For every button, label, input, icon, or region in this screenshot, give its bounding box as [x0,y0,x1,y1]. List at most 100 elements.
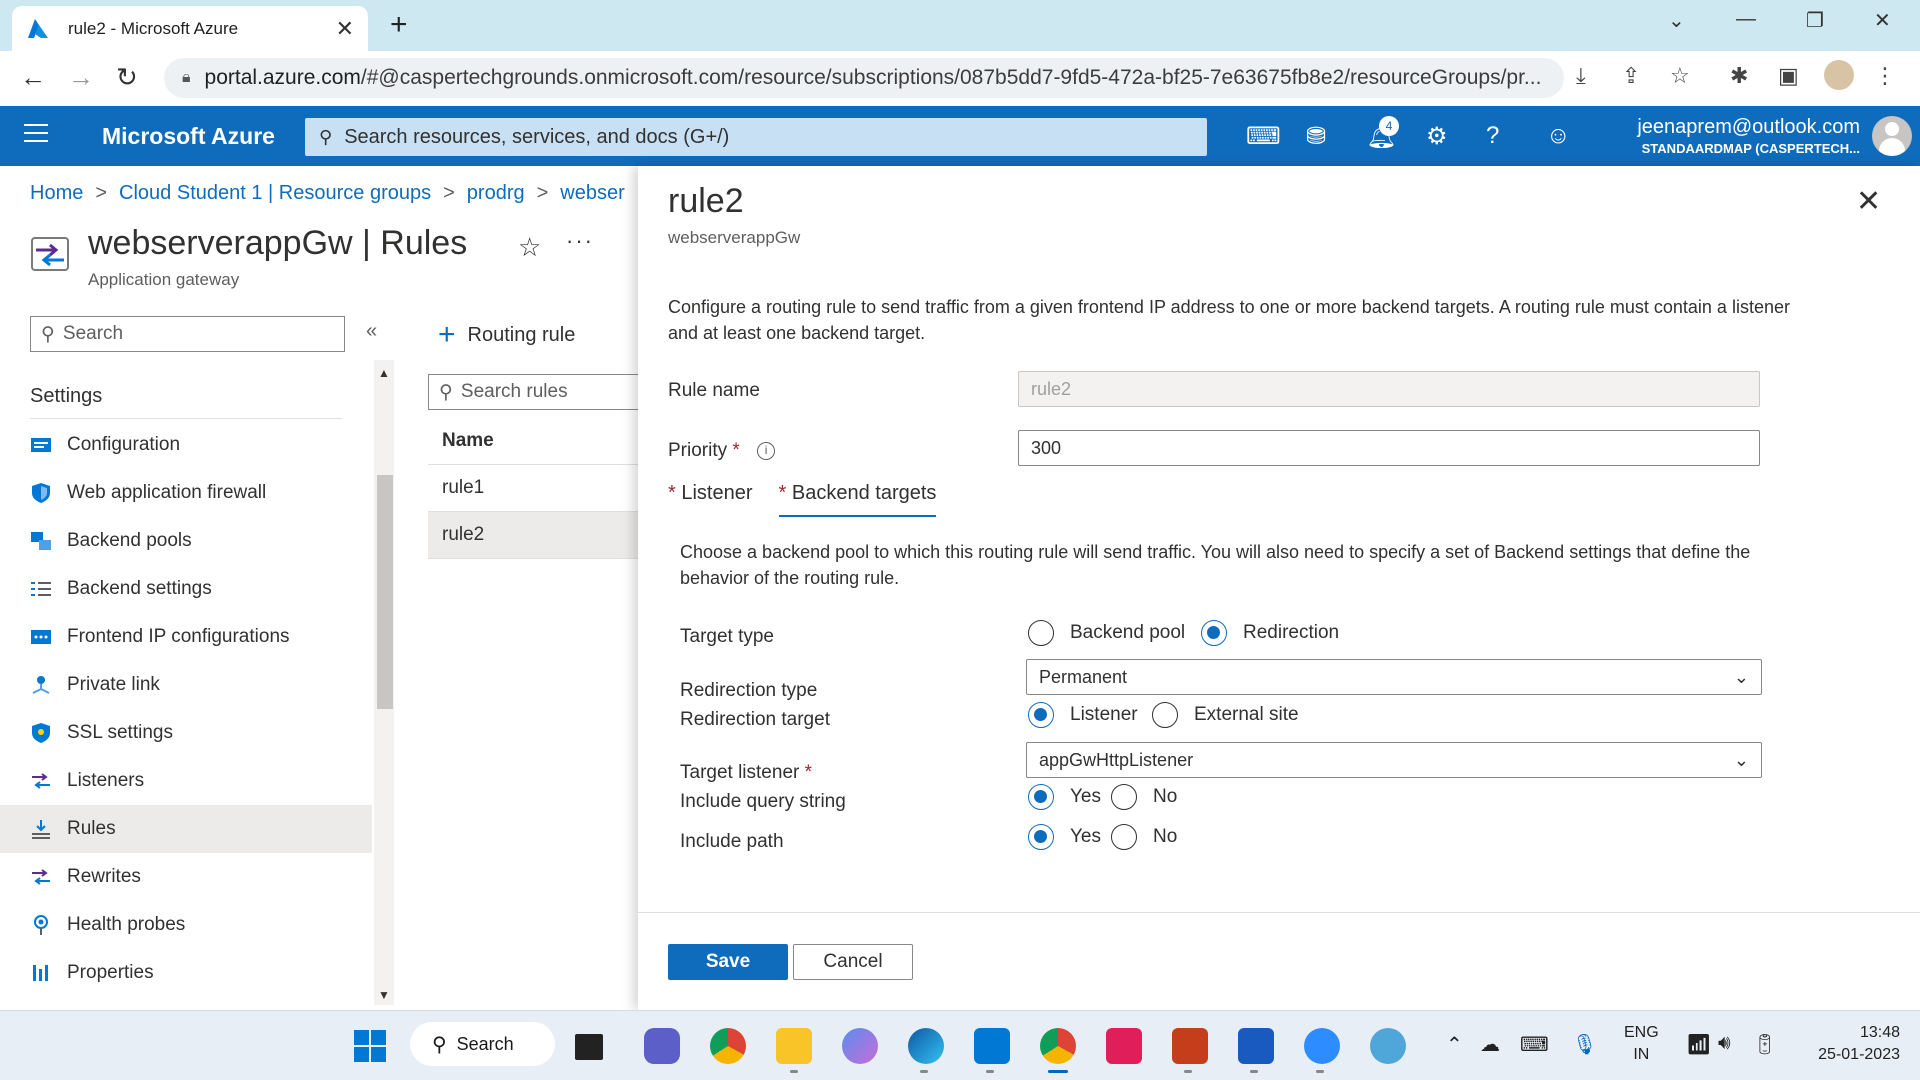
restore-icon[interactable]: ❐ [1806,8,1824,33]
menu-search-input[interactable]: ⚲ Search [30,316,345,352]
taskbar-clock[interactable]: 13:48 25-01-2023 [1802,1022,1900,1066]
radio-query-yes[interactable]: Yes [1028,784,1101,810]
radio-redirection[interactable]: Redirection [1201,620,1339,646]
wifi-icon[interactable]: 📶︎ [1686,1032,1711,1057]
show-hidden-icons-icon[interactable]: ⌃ [1446,1032,1463,1057]
menu-item-backend-pools[interactable]: Backend pools [0,517,372,565]
file-explorer-icon[interactable] [776,1028,812,1064]
windows-start-icon[interactable] [352,1028,388,1064]
minimize-icon[interactable]: — [1736,8,1756,31]
profile-avatar[interactable] [1824,60,1854,90]
onedrive-cloud-icon[interactable]: ☁ [1480,1032,1500,1057]
radio-external-site[interactable]: External site [1152,702,1299,728]
cloud-shell-icon[interactable]: ⌨ [1246,122,1281,151]
language-indicator[interactable]: ENG IN [1624,1022,1659,1066]
teams-chat-icon[interactable] [644,1028,680,1064]
menu-item-listeners[interactable]: Listeners [0,757,372,805]
menu-item-configuration[interactable]: Configuration [0,421,372,469]
target-listener-dropdown[interactable]: appGwHttpListener ⌄ [1026,742,1762,778]
help-icon[interactable]: ? [1486,122,1499,150]
install-app-icon[interactable]: ⤓ [1576,63,1586,89]
keyboard-icon[interactable]: ⌨ [1520,1032,1549,1057]
edge-icon[interactable] [908,1028,944,1064]
chrome-icon[interactable] [710,1028,746,1064]
breadcrumb-resource-groups[interactable]: Cloud Student 1 | Resource groups [119,182,431,204]
powerpoint-icon[interactable] [1172,1028,1208,1064]
reload-icon[interactable]: ↻ [116,62,138,93]
menu-item-ssl-settings[interactable]: SSL settings [0,709,372,757]
menu-item-web-application-firewall[interactable]: Web application firewall [0,469,372,517]
brand-name[interactable]: Microsoft Azure [102,123,275,150]
radio-backend-pool[interactable]: Backend pool [1028,620,1185,646]
rules-column-header-name[interactable]: Name [428,417,638,465]
menu-section-settings: Settings [30,385,103,407]
tab-listener[interactable]: * Listener [668,482,753,517]
breadcrumb-webserver[interactable]: webser [560,182,624,204]
hamburger-menu-icon[interactable] [24,124,48,148]
microphone-icon[interactable]: 🎙︎ [1572,1032,1597,1057]
menu-item-rules[interactable]: Rules [0,805,372,853]
cancel-button[interactable]: Cancel [793,944,913,980]
settings-gear-icon[interactable]: ⚙ [1426,122,1448,151]
scroll-up-arrow-icon[interactable]: ▲ [378,366,390,380]
info-icon[interactable]: i [757,441,776,460]
side-panel-icon[interactable]: ▣ [1778,63,1799,89]
weather-app-icon[interactable] [1370,1028,1406,1064]
tab-backend-targets[interactable]: * Backend targets [778,482,937,517]
breadcrumb-home[interactable]: Home [30,182,83,204]
tab-search-chevron-icon[interactable]: ⌄ [1668,8,1685,33]
word-icon[interactable] [1238,1028,1274,1064]
rule-row-rule2[interactable]: rule2 [428,512,638,559]
slack-icon[interactable] [1106,1028,1142,1064]
battery-icon[interactable]: 🔋︎ [1752,1032,1777,1057]
task-view-icon[interactable] [575,1034,603,1060]
volume-icon[interactable]: 🔊︎ [1718,1032,1731,1055]
save-button[interactable]: Save [668,944,788,980]
account-info[interactable]: jeenaprem@outlook.com STANDAARDMAP (CASP… [1620,116,1860,156]
extensions-icon[interactable]: ✱ [1730,63,1748,89]
chrome-profile-icon[interactable] [1040,1028,1076,1064]
browser-menu-icon[interactable]: ⋮ [1874,63,1896,89]
directory-filter-icon[interactable]: ⛃ [1306,122,1326,151]
share-icon[interactable]: ⇪ [1622,63,1640,89]
new-tab-icon[interactable]: + [390,8,408,42]
redirection-type-dropdown[interactable]: Permanent ⌄ [1026,659,1762,695]
user-avatar[interactable] [1872,116,1912,156]
radio-path-yes[interactable]: Yes [1028,824,1101,850]
menu-item-backend-settings[interactable]: Backend settings [0,565,372,613]
menu-item-rewrites[interactable]: Rewrites [0,853,372,901]
back-icon[interactable]: ← [20,62,46,93]
global-search-input[interactable]: ⚲ Search resources, services, and docs (… [305,118,1207,156]
forward-icon[interactable]: → [68,62,94,93]
menu-item-label: Web application firewall [67,482,267,503]
menu-item-private-link[interactable]: Private link [0,661,372,709]
more-options-icon[interactable]: ··· [566,228,594,254]
menu-item-health-probes[interactable]: Health probes [0,901,372,949]
menu-item-properties[interactable]: Properties [0,949,372,997]
address-bar[interactable]: 🔒︎ portal.azure.com/#@caspertechgrounds.… [164,58,1564,98]
feedback-icon[interactable]: ☺ [1546,122,1571,150]
menu-item-frontend-ip-configurations[interactable]: Frontend IP configurations [0,613,372,661]
copilot-icon[interactable] [842,1028,878,1064]
scroll-down-arrow-icon[interactable]: ▼ [378,988,390,1002]
rules-search-input[interactable]: ⚲ Search rules [428,374,648,410]
taskbar-search-button[interactable]: ⚲ Search [410,1022,555,1066]
breadcrumb-prodrg[interactable]: prodrg [467,182,525,204]
close-window-icon[interactable]: ✕ [1874,8,1891,33]
radio-query-no[interactable]: No [1111,784,1177,810]
bookmark-star-icon[interactable]: ☆ [1670,63,1690,89]
menu-scrollbar-thumb[interactable] [377,475,393,709]
close-panel-icon[interactable]: ✕ [1856,184,1881,219]
zoom-icon[interactable] [1304,1028,1340,1064]
favorite-star-icon[interactable]: ☆ [518,232,541,263]
vscode-icon[interactable] [974,1028,1010,1064]
tab-label: Listener [681,482,753,504]
rule-row-rule1[interactable]: rule1 [428,465,638,512]
close-tab-icon[interactable]: ✕ [336,16,354,42]
radio-listener[interactable]: Listener [1028,702,1138,728]
collapse-menu-icon[interactable]: « [366,320,377,343]
add-routing-rule-button[interactable]: + Routing rule [438,318,575,352]
radio-path-no[interactable]: No [1111,824,1177,850]
priority-field[interactable]: 300 [1018,430,1760,466]
browser-tab[interactable]: rule2 - Microsoft Azure ✕ [12,6,368,51]
